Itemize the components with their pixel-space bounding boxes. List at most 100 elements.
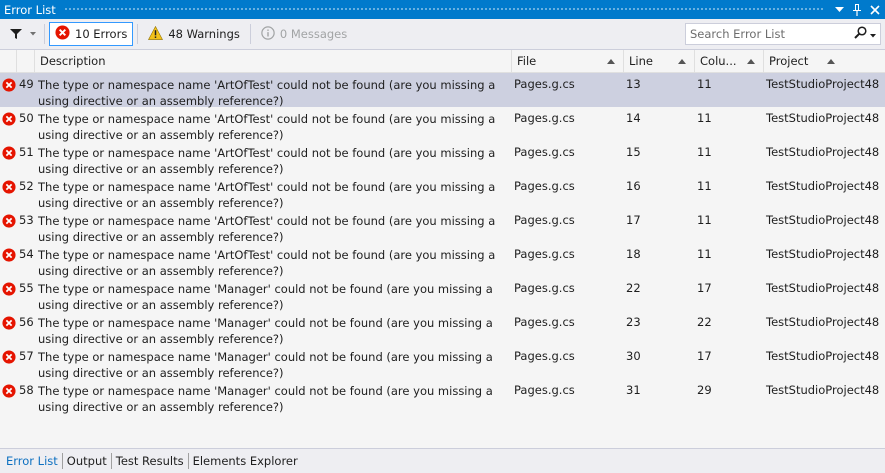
row-line: 22 (626, 281, 641, 295)
row-line: 13 (626, 77, 641, 91)
errors-count-label: 10 Errors (75, 27, 128, 41)
row-project: TestStudioProject48 (766, 145, 880, 159)
table-row[interactable]: 55 The type or namespace name 'Manager' c… (0, 277, 885, 312)
tab-error-list[interactable]: Error List (2, 454, 62, 468)
header-line-label: Line (629, 54, 653, 68)
row-description: The type or namespace name 'ArtOfTest' c… (38, 248, 496, 278)
row-project: TestStudioProject48 (766, 111, 880, 125)
error-icon (2, 316, 16, 330)
messages-count-label: 0 Messages (279, 27, 348, 41)
table-row[interactable]: 49 The type or namespace name 'ArtOfTest'… (0, 73, 885, 108)
warnings-filter-button[interactable]: 48 Warnings (142, 22, 246, 46)
row-line: 30 (626, 349, 641, 363)
row-number: 53 (19, 213, 34, 227)
error-icon (55, 25, 70, 43)
toolbar-separator (137, 24, 139, 44)
row-project: TestStudioProject48 (766, 179, 880, 193)
chevron-down-icon (870, 27, 876, 41)
row-file: Pages.g.cs (514, 247, 575, 261)
row-number: 52 (19, 179, 34, 193)
table-row[interactable]: 57 The type or namespace name 'Manager' c… (0, 345, 885, 380)
table-row[interactable]: 54 The type or namespace name 'ArtOfTest'… (0, 243, 885, 278)
row-line: 15 (626, 145, 641, 159)
errors-filter-button[interactable]: 10 Errors (49, 22, 134, 46)
warning-icon (148, 25, 164, 43)
row-file: Pages.g.cs (514, 145, 575, 159)
row-project: TestStudioProject48 (766, 349, 880, 363)
row-description: The type or namespace name 'Manager' cou… (38, 316, 493, 346)
header-description[interactable]: Description (35, 50, 512, 73)
search-input[interactable] (686, 25, 854, 43)
row-number: 54 (19, 247, 34, 261)
row-file: Pages.g.cs (514, 281, 575, 295)
row-column: 17 (697, 349, 712, 363)
row-column: 11 (697, 77, 712, 91)
row-line: 16 (626, 179, 641, 193)
tab-test-results[interactable]: Test Results (112, 454, 188, 468)
row-file: Pages.g.cs (514, 349, 575, 363)
error-icon (2, 78, 16, 92)
error-icon (2, 282, 16, 296)
row-line: 18 (626, 247, 641, 261)
table-row[interactable]: 50 The type or namespace name 'ArtOfTest'… (0, 107, 885, 142)
window-title: Error List (4, 2, 56, 17)
table-row[interactable]: 58 The type or namespace name 'Manager' c… (0, 379, 885, 414)
chevron-down-icon (30, 32, 36, 36)
header-icon-column[interactable] (0, 50, 17, 73)
row-project: TestStudioProject48 (766, 281, 880, 295)
sort-arrow-icon (827, 59, 835, 64)
table-row[interactable]: 53 The type or namespace name 'ArtOfTest'… (0, 209, 885, 244)
tab-elements-explorer[interactable]: Elements Explorer (189, 454, 302, 468)
row-file: Pages.g.cs (514, 383, 575, 397)
row-description: The type or namespace name 'Manager' cou… (38, 350, 493, 380)
header-description-label: Description (40, 54, 106, 68)
row-column: 11 (697, 213, 712, 227)
row-column: 11 (697, 111, 712, 125)
messages-filter-button[interactable]: 0 Messages (255, 22, 353, 46)
sort-arrow-icon (678, 59, 686, 64)
row-column: 11 (697, 179, 712, 193)
header-line[interactable]: Line (624, 50, 695, 73)
search-box (685, 23, 881, 45)
error-icon (2, 146, 16, 160)
header-project-label: Project (769, 54, 809, 68)
row-description: The type or namespace name 'ArtOfTest' c… (38, 78, 496, 108)
sort-arrow-icon (747, 59, 755, 64)
bottom-tab-strip: Error List Output Test Results Elements … (0, 448, 885, 473)
info-icon (261, 25, 275, 43)
filter-button[interactable] (6, 23, 40, 45)
row-number: 58 (19, 383, 34, 397)
close-icon[interactable] (867, 2, 883, 18)
warnings-count-label: 48 Warnings (168, 27, 240, 41)
row-description: The type or namespace name 'ArtOfTest' c… (38, 112, 496, 142)
error-icon (2, 214, 16, 228)
error-grid: Description File Line Colu... Project 49… (0, 50, 885, 448)
header-number-column[interactable] (17, 50, 35, 73)
table-row[interactable]: 52 The type or namespace name 'ArtOfTest'… (0, 175, 885, 210)
row-number: 57 (19, 349, 34, 363)
grid-header: Description File Line Colu... Project (0, 50, 885, 73)
title-grip[interactable] (63, 7, 823, 12)
header-file[interactable]: File (512, 50, 624, 73)
search-options[interactable] (854, 26, 880, 42)
row-column: 17 (697, 281, 712, 295)
row-description: The type or namespace name 'Manager' cou… (38, 282, 493, 312)
toolbar: 10 Errors 48 Warnings 0 Messages (0, 19, 885, 50)
header-column[interactable]: Colu... (695, 50, 764, 73)
header-project[interactable]: Project (764, 50, 885, 73)
table-row[interactable]: 56 The type or namespace name 'Manager' c… (0, 311, 885, 346)
dropdown-arrow-icon[interactable] (831, 2, 847, 18)
row-number: 55 (19, 281, 34, 295)
filter-icon (10, 28, 22, 40)
tab-output[interactable]: Output (63, 454, 111, 468)
table-row[interactable]: 51 The type or namespace name 'ArtOfTest'… (0, 141, 885, 176)
row-number: 51 (19, 145, 34, 159)
row-line: 31 (626, 383, 641, 397)
row-project: TestStudioProject48 (766, 213, 880, 227)
row-line: 23 (626, 315, 641, 329)
row-description: The type or namespace name 'ArtOfTest' c… (38, 180, 496, 210)
error-icon (2, 350, 16, 364)
row-number: 50 (19, 111, 34, 125)
pin-icon[interactable] (849, 2, 865, 18)
row-description: The type or namespace name 'ArtOfTest' c… (38, 146, 496, 176)
